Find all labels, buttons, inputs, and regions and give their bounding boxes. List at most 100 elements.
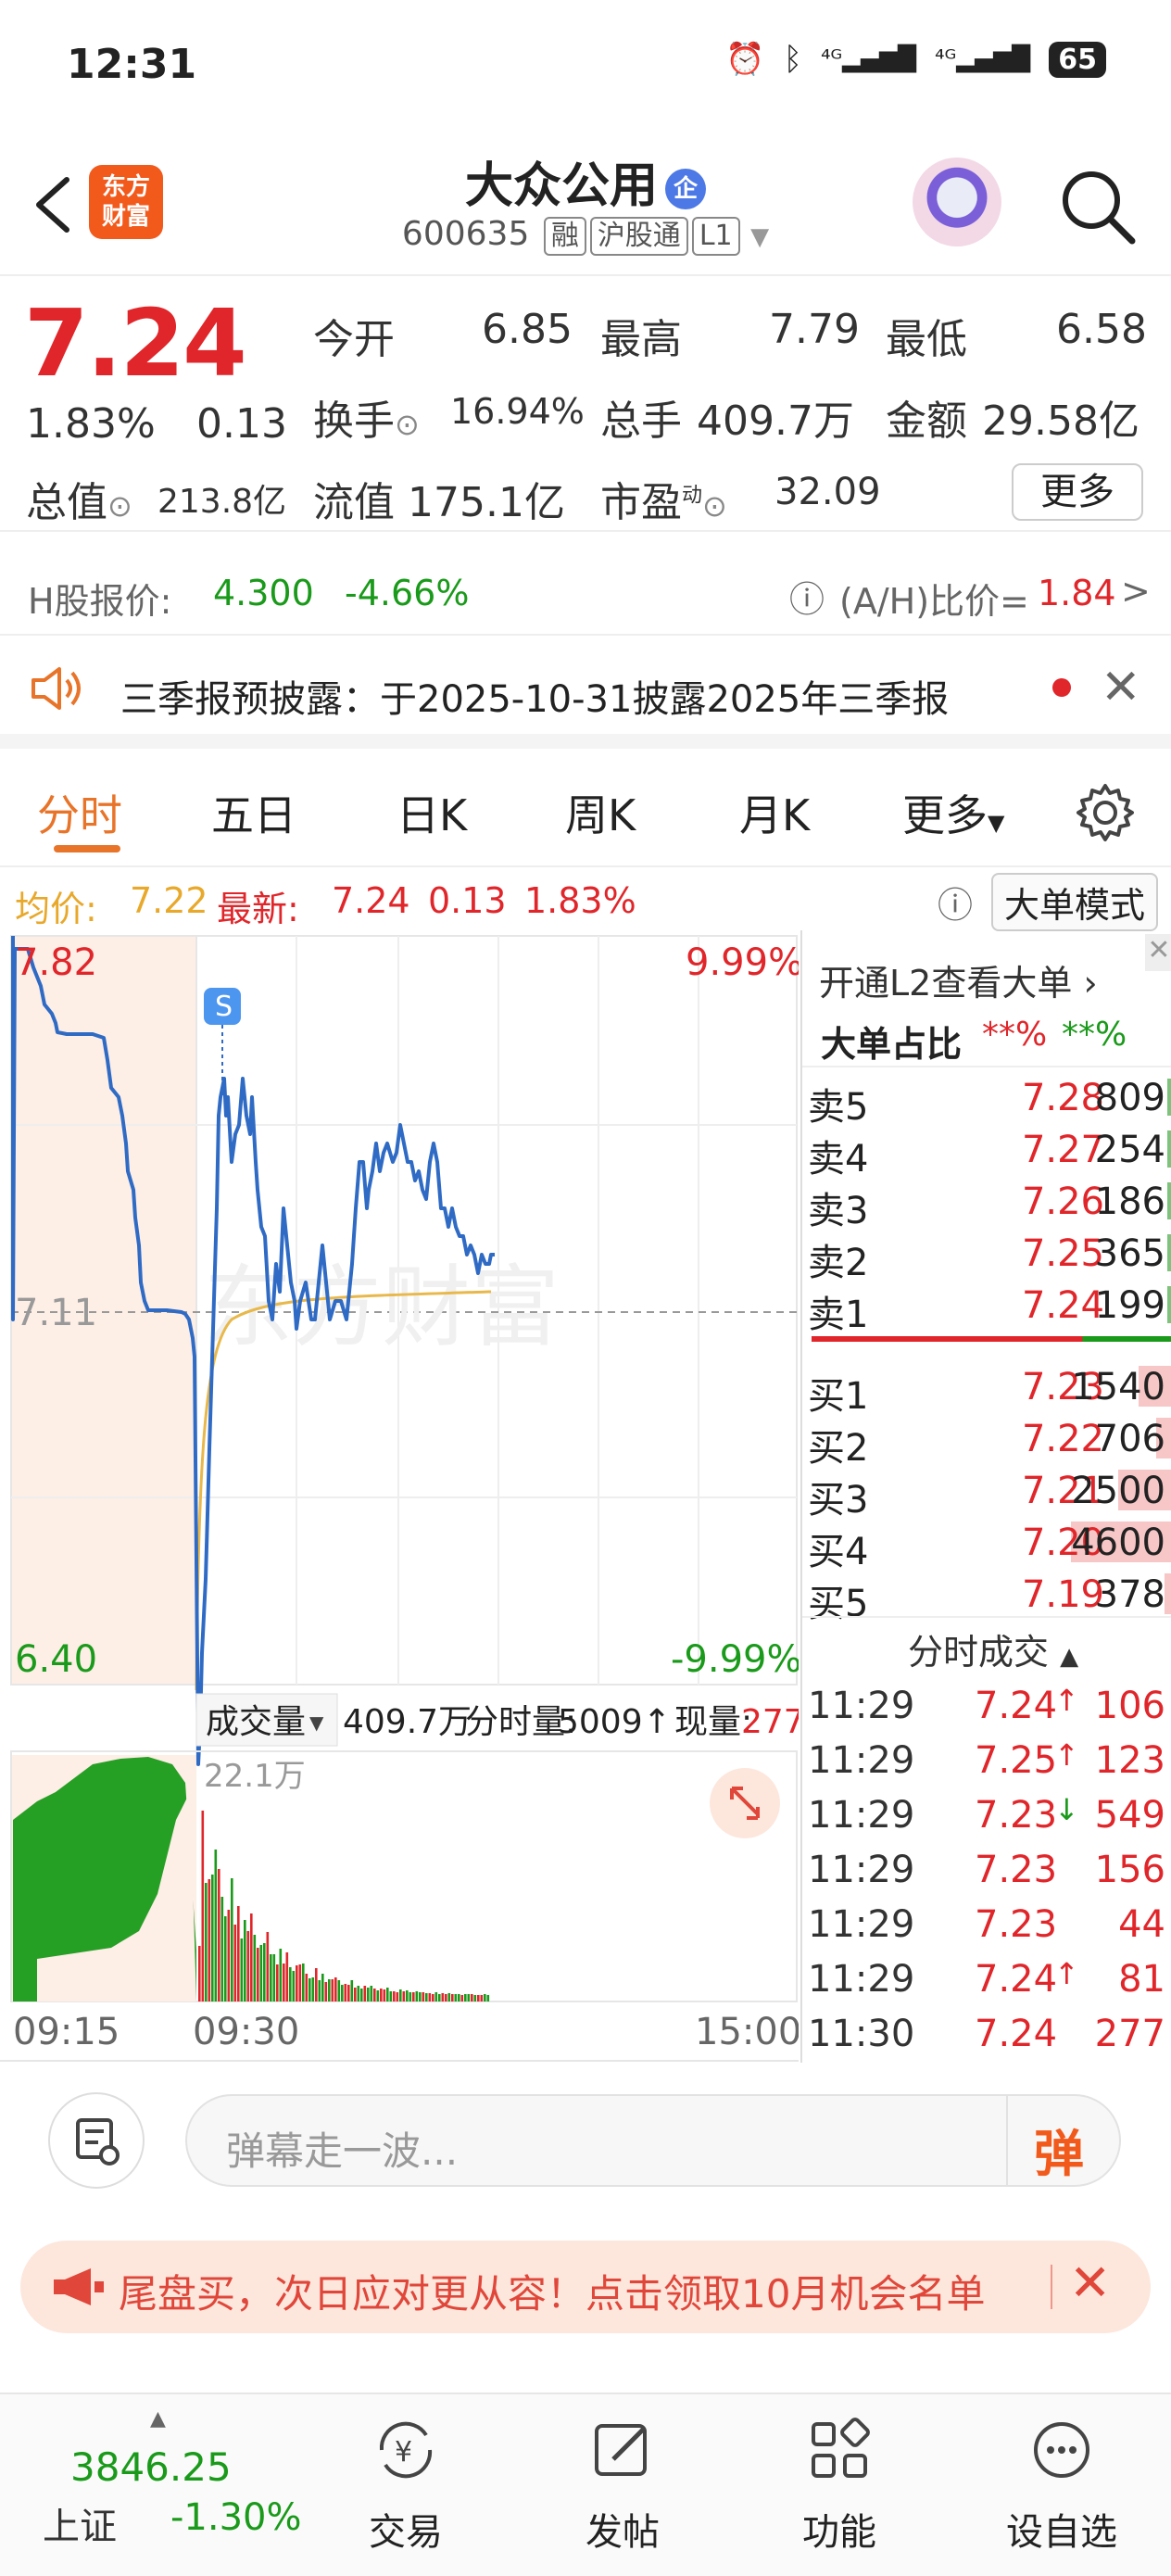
notice-bar[interactable]: 三季报预披露：于2025-10-31披露2025年三季报 ✕ xyxy=(0,638,1171,749)
buy-row[interactable]: 买1 7.23 1540 xyxy=(802,1360,1171,1418)
buy-row[interactable]: 买4 7.20 4600 xyxy=(802,1516,1171,1573)
pe-label: 市盈动⊙ xyxy=(600,479,727,526)
svg-text:▼: ▼ xyxy=(309,1711,324,1734)
sell-row[interactable]: 卖1 7.24 199 xyxy=(802,1279,1171,1336)
volume-bar xyxy=(460,1995,464,2001)
tag-connect: 沪股通 xyxy=(589,217,688,256)
volume-bar xyxy=(270,1954,272,2001)
buy-row[interactable]: 买2 7.22 706 xyxy=(802,1412,1171,1470)
volume-bar xyxy=(357,1986,360,2001)
sell-volume-bar xyxy=(1167,1234,1171,1271)
buy-volume: 706 xyxy=(1094,1418,1165,1460)
time-close: 15:00 xyxy=(695,2011,799,2053)
close-icon[interactable]: ✕ xyxy=(1069,2254,1111,2312)
tick-direction-icon: ↑ xyxy=(1054,1737,1079,1773)
volume-bar xyxy=(227,1910,231,2001)
volume-bar xyxy=(233,1925,237,2001)
tab-post[interactable]: 发帖 xyxy=(548,2413,697,2556)
avg-label: 均价: xyxy=(15,889,97,929)
sell-row[interactable]: 卖3 7.26 186 xyxy=(802,1175,1171,1232)
tab-functions[interactable]: 功能 xyxy=(765,2413,913,2556)
more-button[interactable]: 更多 xyxy=(1012,463,1143,521)
volume-bar xyxy=(331,1979,334,2001)
search-icon[interactable] xyxy=(1056,165,1140,248)
tab-monthly-k[interactable]: 月K xyxy=(739,782,810,843)
signal-icon-2: ⁴ᴳ▂▄▆█ xyxy=(935,45,1031,73)
assistant-robot-icon[interactable] xyxy=(913,158,1001,246)
time-start: 09:15 xyxy=(13,2011,120,2053)
tick-price: 7.23 xyxy=(975,1849,1058,1891)
y-bottom-label: 6.40 xyxy=(15,1638,97,1681)
promo-banner[interactable]: 尾盘买，次日应对更从容！点击领取10月机会名单 ✕ xyxy=(20,2241,1151,2333)
volume-bar xyxy=(432,1994,434,2001)
high-label: 最高 xyxy=(600,316,682,363)
volume-bar xyxy=(409,1992,412,2001)
volume-bar xyxy=(315,1968,318,2001)
volume-bar xyxy=(344,1984,347,2001)
info-icon[interactable]: ⊙ xyxy=(702,488,727,524)
sell-row[interactable]: 卖5 7.28 809 xyxy=(802,1071,1171,1129)
stock-header: 东方财富 大众公用企 600635 融沪股通 L1 ▼ xyxy=(0,139,1171,276)
danmu-placeholder: 弹幕走一波... xyxy=(226,2128,459,2174)
volume-bar xyxy=(334,1977,337,2001)
info-icon[interactable]: ⊙ xyxy=(107,488,132,524)
volume-bar xyxy=(419,1992,422,2001)
index-pct: -1.30% xyxy=(170,2496,302,2539)
ticks-title[interactable]: 分时成交 ▲ xyxy=(908,1623,1078,1674)
tick-row: 11:30 7.24 277 xyxy=(802,2009,1171,2061)
help-icon[interactable]: ⓘ xyxy=(789,571,825,622)
svg-text:S: S xyxy=(215,991,233,1023)
speaker-icon xyxy=(31,667,81,710)
buy-level: 买5 xyxy=(808,1583,869,1625)
l2-upgrade-link[interactable]: 开通L2查看大单 › xyxy=(819,954,1098,1005)
ah-ratio-value: 1.84 xyxy=(1038,573,1116,613)
tab-watchlist[interactable]: 设自选 xyxy=(988,2413,1136,2556)
h-share-row[interactable]: H股报价: 4.300 -4.66% ⓘ (A/H)比价= 1.84 > xyxy=(0,552,1171,636)
sell-row[interactable]: 卖2 7.25 365 xyxy=(802,1227,1171,1284)
danmu-input[interactable]: 弹幕走一波... 弹 xyxy=(185,2094,1121,2187)
tab-five-day[interactable]: 五日 xyxy=(211,782,296,843)
open-value: 6.85 xyxy=(482,306,573,353)
tab-underline xyxy=(54,845,120,852)
intraday-chart[interactable]: 东方财富 S 7.82 7.11 6.40 9.99% -9.99% 成交量 ▼… xyxy=(0,930,805,2063)
help-icon[interactable]: ⓘ xyxy=(938,877,973,928)
volume-bar xyxy=(205,1883,208,2001)
volume-bar xyxy=(259,1945,263,2001)
buy-row[interactable]: 买3 7.21 2500 xyxy=(802,1464,1171,1522)
volume-bar xyxy=(198,1946,201,2001)
tab-weekly-k[interactable]: 周K xyxy=(565,782,636,843)
time-open: 09:30 xyxy=(193,2011,299,2053)
sell-volume-bar xyxy=(1167,1079,1171,1116)
close-icon[interactable]: ✕ xyxy=(1101,660,1141,715)
notice-text: 三季报预披露：于2025-10-31披露2025年三季报 xyxy=(120,678,950,721)
comment-settings-button[interactable] xyxy=(48,2092,145,2189)
index-name: 上证 xyxy=(43,2506,117,2548)
big-order-mode-button[interactable]: 大单模式 xyxy=(991,873,1159,931)
danmu-settings-icon xyxy=(76,2118,120,2166)
tick-volume: 123 xyxy=(1094,1739,1165,1782)
volume-bar xyxy=(276,1964,279,2001)
settings-gear-icon[interactable] xyxy=(1075,782,1136,843)
float-value: 175.1亿 xyxy=(408,479,565,526)
tick-direction-icon: ↓ xyxy=(1054,1792,1079,1827)
tab-more[interactable]: 更多▼ xyxy=(902,782,1004,843)
volume-bar xyxy=(471,1994,473,2001)
buy-volume: 1540 xyxy=(1071,1366,1165,1408)
h-share-label: H股报价: xyxy=(28,581,172,622)
tab-trade[interactable]: ¥ 交易 xyxy=(332,2413,480,2556)
watermark: 东方财富 xyxy=(204,1256,560,1359)
tab-intraday[interactable]: 分时 xyxy=(37,782,122,843)
info-icon[interactable]: ⊙ xyxy=(395,407,420,442)
order-book-panel: 开通L2查看大单 › ✕ 大单占比 **% **% 卖5 7.28 809 卖4 7.2… xyxy=(800,930,1171,2063)
danmu-send-button[interactable]: 弹 xyxy=(1034,2113,1084,2186)
buy-row[interactable]: 买5 7.19 378 xyxy=(802,1568,1171,1625)
volume-value: 409.7万 xyxy=(697,398,854,445)
sell-row[interactable]: 卖4 7.27 254 xyxy=(802,1123,1171,1181)
intraday-chart-svg[interactable]: 东方财富 S 7.82 7.11 6.40 9.99% -9.99% 成交量 ▼… xyxy=(0,930,805,2063)
volume-bar xyxy=(415,1991,419,2001)
tab-daily-k[interactable]: 日K xyxy=(397,782,467,843)
index-ticker[interactable]: ▲ 3846.25 上证 -1.30% xyxy=(20,2407,317,2570)
dropdown-icon[interactable]: ▼ xyxy=(750,223,769,251)
close-icon[interactable]: ✕ xyxy=(1145,934,1171,971)
volume-bar xyxy=(311,1977,315,2001)
